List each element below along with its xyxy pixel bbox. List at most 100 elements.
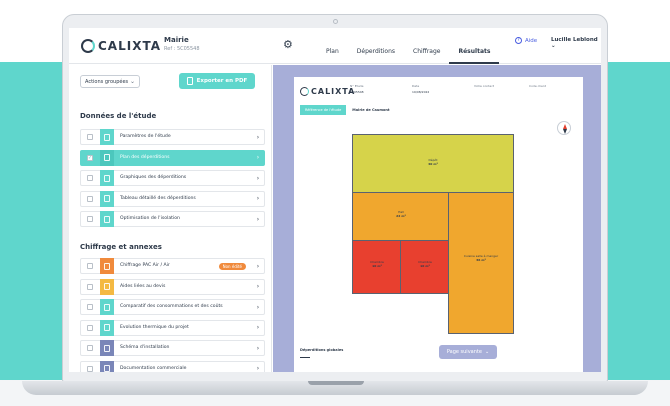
tab-2[interactable]: Chiffrage (404, 48, 449, 64)
section-item[interactable]: Chiffrage PAC Air / Air Non édité › (80, 258, 265, 274)
item-tile-icon (100, 190, 114, 207)
section-title: Données de l'étude (80, 112, 157, 120)
product-shot: CALIXTA Mairie Ref : 5C05548 ⚙ Plan Déper… (0, 0, 670, 406)
item-tile-icon (100, 319, 114, 336)
left-panel: Actions groupées ⌄ Exporter en PDF Donné… (69, 65, 272, 372)
section-item[interactable]: Optimisation de l'isolation › (80, 211, 265, 227)
chevron-right-icon: › (256, 365, 260, 372)
document-icon (104, 195, 110, 202)
item-checkbox[interactable] (87, 345, 93, 351)
group-actions-select[interactable]: Actions groupées ⌄ (80, 75, 140, 88)
tab-1[interactable]: Déperditions (348, 48, 404, 64)
item-checkbox[interactable] (87, 283, 93, 290)
section-item[interactable]: Aides liées au devis › (80, 278, 265, 295)
item-label: Chiffrage PAC Air / Air (120, 263, 170, 269)
room-label: Chambre 10 m² (401, 259, 449, 268)
status-badge: Non édité (218, 262, 246, 270)
item-checkbox[interactable] (87, 134, 93, 140)
export-label: Exporter en PDF (196, 78, 248, 84)
item-label: Paramètres de l'étude (120, 134, 171, 140)
chevron-right-icon: › (256, 283, 260, 290)
logo-text: CALIXTA (98, 39, 161, 53)
meta-value: 19/08/2022 (412, 90, 430, 94)
document-icon (104, 133, 110, 141)
doc-reference: Référence de l'étude Mairie de Caumont (300, 105, 390, 115)
document-icon (104, 215, 110, 223)
section-title: Chiffrage et annexes (80, 243, 162, 251)
help-link[interactable]: ? Aide (515, 37, 537, 44)
section-item[interactable]: Schéma d'installation › (80, 340, 265, 356)
help-label: Aide (525, 37, 538, 44)
laptop-notch (308, 381, 364, 385)
app-screen: CALIXTA Mairie Ref : 5C05548 ⚙ Plan Déper… (69, 28, 601, 372)
plan-room: Cuisine salle à manger 36 m² (448, 192, 514, 334)
meta-field: Code client (529, 84, 546, 90)
preview-panel: CALIXTA N° Etude 5C05548 Date 19/08/2022 Vot… (273, 65, 601, 372)
item-checkbox[interactable] (87, 304, 93, 310)
room-area: 10 m² (372, 264, 382, 268)
chevron-right-icon: › (256, 324, 260, 331)
item-tile-icon (100, 278, 114, 295)
meta-value: 5C05548 (350, 90, 364, 94)
section-item[interactable]: Evolution thermique du projet › (80, 319, 265, 336)
room-area: 40 m² (428, 162, 438, 166)
chevron-right-icon: › (256, 133, 260, 141)
chevron-right-icon: › (256, 154, 260, 161)
camera-icon (333, 19, 338, 24)
chevron-down-icon: ⌄ (129, 78, 135, 85)
item-checkbox[interactable] (87, 175, 93, 181)
room-area: 10 m² (420, 264, 430, 268)
reference-tag: Référence de l'étude (300, 105, 347, 115)
chevron-right-icon: › (256, 215, 260, 223)
item-checkbox[interactable]: ✓ (87, 154, 93, 161)
item-tile-icon (100, 129, 114, 145)
section-item[interactable]: Paramètres de l'étude › (80, 129, 265, 145)
meta-field: N° Etude 5C05548 (350, 84, 364, 94)
export-pdf-button[interactable]: Exporter en PDF (179, 73, 255, 89)
logo-text: CALIXTA (311, 87, 356, 96)
item-tile-icon (100, 299, 114, 315)
item-label: Optimisation de l'isolation (120, 216, 180, 222)
plan-room: Chambre 10 m² (352, 240, 402, 294)
item-tile-icon (100, 170, 114, 186)
section-item[interactable]: Tableau détaillé des déperditions › (80, 190, 265, 207)
item-checkbox[interactable] (87, 365, 93, 372)
tab-3[interactable]: Résultats (449, 48, 500, 64)
user-menu[interactable]: Lucille Leblond ⌄ (551, 37, 601, 49)
chevron-right-icon: › (256, 195, 260, 202)
document-icon (104, 324, 110, 331)
project-info: Mairie Ref : 5C05548 (164, 36, 200, 52)
item-checkbox[interactable] (87, 195, 93, 202)
section-item[interactable]: ✓ Plan des déperditions › (80, 149, 265, 166)
item-label: Plan des déperditions (120, 154, 170, 160)
meta-field: Votre contact (474, 84, 494, 90)
section-item[interactable]: Graphiques des déperditions › (80, 170, 265, 186)
document-icon (104, 365, 110, 372)
item-checkbox[interactable] (87, 216, 93, 222)
plan-room: Chambre 10 m² (400, 240, 450, 294)
chevron-right-icon: › (256, 344, 260, 352)
room-label: Chambre 10 m² (353, 259, 401, 268)
section-item[interactable]: Documentation commerciale › (80, 360, 265, 372)
item-tile-icon (100, 149, 114, 166)
next-page-button[interactable]: Page suivante ⌄ (439, 345, 497, 359)
item-checkbox[interactable] (87, 263, 93, 269)
floor-plan: Dépôt 40 m² Hall 22 m² Chambre 10 m² Chambre 10… (352, 134, 514, 334)
section-item[interactable]: Comparatif des consommations et des coût… (80, 299, 265, 315)
next-page-label: Page suivante (446, 349, 482, 355)
item-label: Documentation commerciale (120, 365, 187, 371)
chevron-right-icon: › (256, 303, 260, 311)
document-icon (104, 262, 110, 270)
item-label: Schéma d'installation (120, 345, 170, 351)
app-header: CALIXTA Mairie Ref : 5C05548 ⚙ Plan Déper… (69, 28, 601, 64)
gear-icon[interactable]: ⚙ (283, 38, 293, 51)
calixta-logo[interactable]: CALIXTA (81, 39, 161, 53)
room-area: 36 m² (476, 258, 486, 262)
item-checkbox[interactable] (87, 324, 93, 331)
item-tile-icon (100, 258, 114, 274)
tab-0[interactable]: Plan (317, 48, 348, 64)
chevron-down-icon: ⌄ (484, 349, 490, 355)
logo-mark-icon (300, 87, 309, 96)
room-area: 22 m² (396, 214, 406, 218)
global-losses-label: Déperditions globales (300, 348, 344, 352)
